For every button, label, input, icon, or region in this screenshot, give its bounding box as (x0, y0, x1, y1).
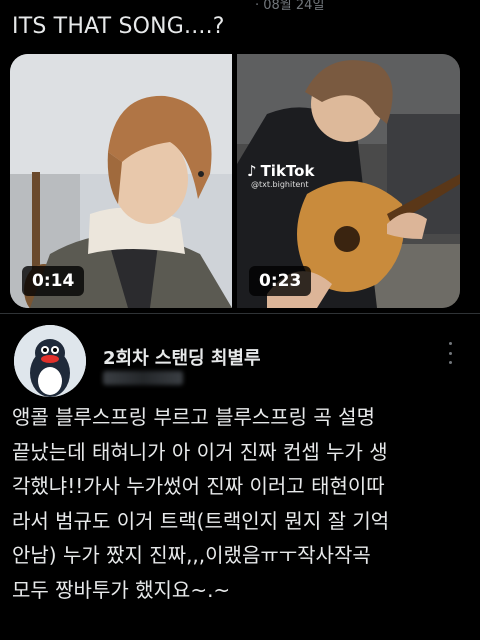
video-duration: 0:14 (22, 266, 85, 296)
reply-line: 각했냐!!가사 누가썼어 진짜 이러고 태현이따 (12, 474, 385, 498)
penguin-avatar-image (14, 325, 86, 397)
post-timestamp: · 08월 24일 (255, 0, 325, 12)
post-text: ITS THAT SONG....? (12, 14, 225, 39)
video-thumbnail-1[interactable]: 0:14 (10, 54, 232, 308)
divider (0, 313, 480, 314)
video-thumbnail-2[interactable]: ♪ TikTok @txt.bighitent 0:23 (237, 54, 460, 308)
reply-line: 끝났는데 태혀니가 아 이거 진짜 컨셉 누가 생 (12, 439, 388, 464)
blurred-handle (103, 371, 183, 385)
avatar[interactable] (14, 325, 86, 397)
previous-post-meta: · 08월 24일 (0, 0, 480, 12)
reply-text: 앵콜 블루스프링 부르고 블루스프링 곡 설명 끝났는데 태혀니가 아 이거 진… (12, 400, 474, 607)
tiktok-brand: TikTok (260, 162, 315, 180)
reply-line: 안남) 누가 짰지 진짜,,,이랬음ㅠㅜ작사작곡 (12, 543, 371, 567)
tiktok-icon: ♪ (247, 162, 257, 180)
reply-line: 모두 짱바투가 했지요~.~ (12, 577, 231, 602)
tiktok-handle: @txt.bighitent (251, 180, 309, 189)
more-options-icon[interactable] (446, 342, 454, 364)
display-name[interactable]: 2회차 스탠딩 최별루 (103, 344, 261, 370)
reply-line: 라서 범규도 이거 트랙(트랙인지 뭔지 잘 기억 (12, 508, 390, 533)
video-duration: 0:23 (249, 266, 312, 296)
reply-line: 앵콜 블루스프링 부르고 블루스프링 곡 설명 (12, 405, 375, 429)
tiktok-watermark: ♪ TikTok @txt.bighitent (247, 162, 314, 189)
